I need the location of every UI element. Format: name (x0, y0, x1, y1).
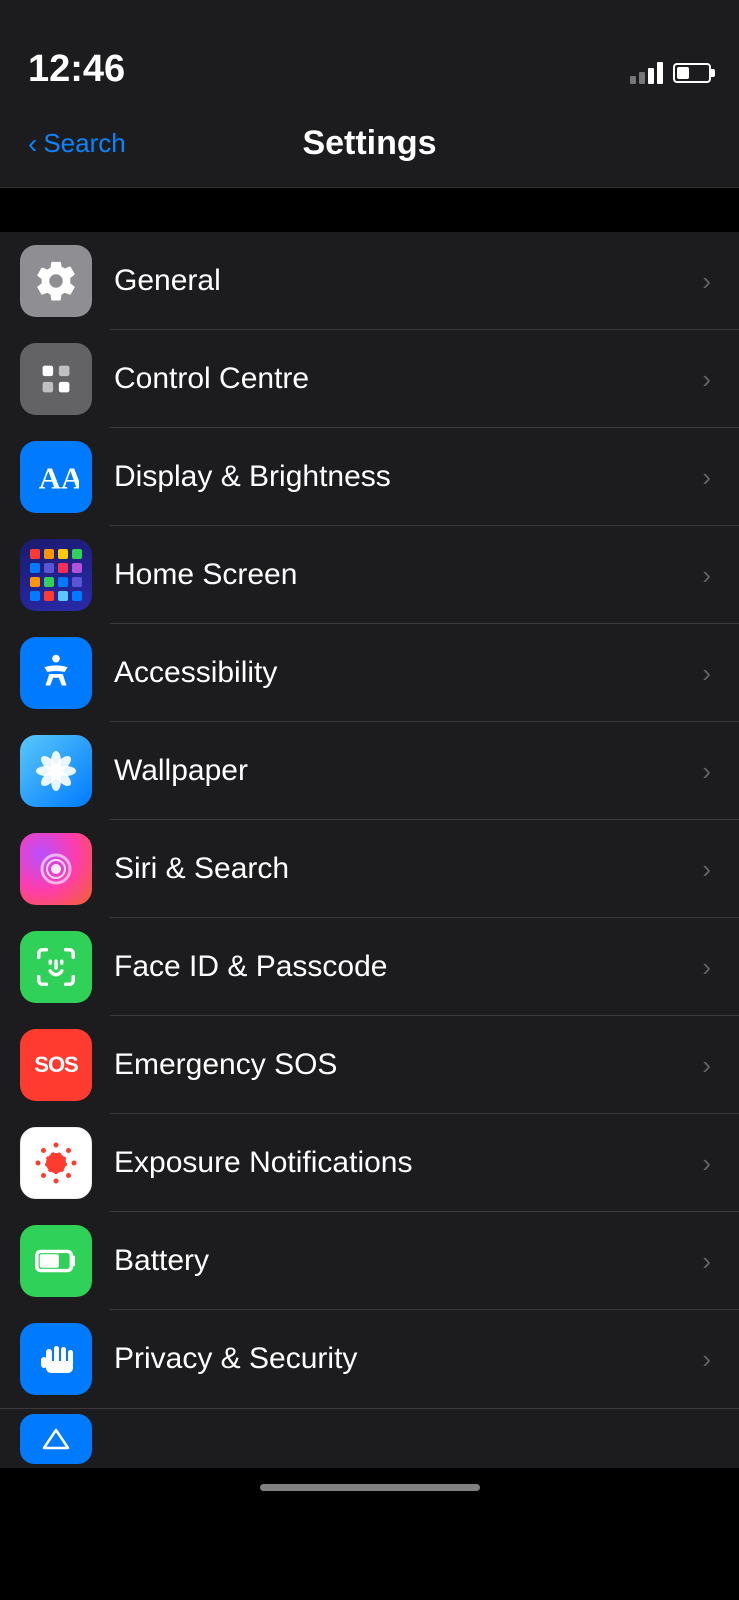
settings-item-accessibility[interactable]: Accessibility › (0, 624, 739, 722)
sos-icon: SOS (20, 1029, 92, 1101)
siri-label: Siri & Search (114, 852, 692, 886)
sos-label: Emergency SOS (114, 1048, 692, 1082)
exposure-chevron: › (702, 1148, 711, 1179)
display-chevron: › (702, 462, 711, 493)
exposure-label: Exposure Notifications (114, 1146, 692, 1180)
faceid-label: Face ID & Passcode (114, 950, 692, 984)
status-bar: 12:46 (0, 0, 739, 100)
general-chevron: › (702, 266, 711, 297)
battery-chevron: › (702, 1246, 711, 1277)
back-label: Search (43, 128, 125, 159)
settings-item-wallpaper[interactable]: Wallpaper › (0, 722, 739, 820)
settings-item-siri[interactable]: Siri & Search › (0, 820, 739, 918)
homescreen-chevron: › (702, 560, 711, 591)
status-icons (630, 62, 711, 84)
wallpaper-icon (20, 735, 92, 807)
siri-icon (20, 833, 92, 905)
battery-status-icon (673, 63, 711, 83)
settings-item-control-centre[interactable]: Control Centre › (0, 330, 739, 428)
battery-icon-wrap (20, 1225, 92, 1297)
wallpaper-label: Wallpaper (114, 754, 692, 788)
partial-icon (20, 1414, 92, 1464)
accessibility-label: Accessibility (114, 656, 692, 690)
settings-item-exposure[interactable]: Exposure Notifications › (0, 1114, 739, 1212)
faceid-chevron: › (702, 952, 711, 983)
settings-item-sos[interactable]: SOS Emergency SOS › (0, 1016, 739, 1114)
privacy-icon (20, 1323, 92, 1395)
settings-item-faceid[interactable]: Face ID & Passcode › (0, 918, 739, 1016)
control-centre-icon (20, 343, 92, 415)
settings-item-display[interactable]: AA Display & Brightness › (0, 428, 739, 526)
page-title: Settings (302, 124, 436, 163)
homescreen-label: Home Screen (114, 558, 692, 592)
nav-bar: ‹ Search Settings (0, 100, 739, 188)
general-label: General (114, 264, 692, 298)
status-time: 12:46 (28, 50, 125, 88)
exposure-icon (20, 1127, 92, 1199)
settings-item-general[interactable]: General › (0, 232, 739, 330)
settings-item-privacy[interactable]: Privacy & Security › (0, 1310, 739, 1408)
svg-text:AA: AA (39, 462, 79, 496)
separator (0, 188, 739, 232)
back-chevron-icon: ‹ (28, 128, 37, 160)
settings-item-homescreen[interactable]: Home Screen › (0, 526, 739, 624)
display-label: Display & Brightness (114, 460, 692, 494)
bottom-bar (0, 1468, 739, 1568)
settings-list: General › Control Centre › AA Display & … (0, 232, 739, 1408)
back-button[interactable]: ‹ Search (28, 128, 126, 160)
faceid-icon (20, 931, 92, 1003)
wallpaper-chevron: › (702, 756, 711, 787)
privacy-label: Privacy & Security (114, 1342, 692, 1376)
accessibility-chevron: › (702, 658, 711, 689)
settings-item-battery[interactable]: Battery › (0, 1212, 739, 1310)
home-indicator (260, 1484, 480, 1491)
homescreen-icon (20, 539, 92, 611)
control-centre-label: Control Centre (114, 362, 692, 396)
siri-chevron: › (702, 854, 711, 885)
control-centre-chevron: › (702, 364, 711, 395)
partial-item-row (0, 1408, 739, 1468)
sos-chevron: › (702, 1050, 711, 1081)
accessibility-icon (20, 637, 92, 709)
battery-label: Battery (114, 1244, 692, 1278)
privacy-chevron: › (702, 1344, 711, 1375)
display-icon: AA (20, 441, 92, 513)
signal-icon (630, 62, 663, 84)
general-icon (20, 245, 92, 317)
